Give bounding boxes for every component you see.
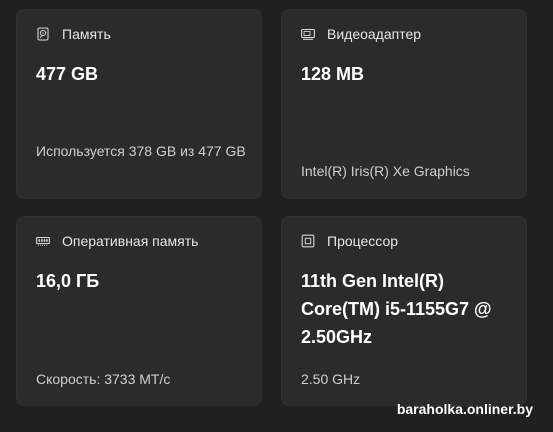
display-adapter-icon xyxy=(301,27,315,41)
ram-card-header: Оперативная память xyxy=(36,233,198,249)
processor-icon xyxy=(301,234,315,248)
ram-card-detail: Скорость: 3733 МТ/с xyxy=(36,371,171,387)
display-adapter-card: Видеоадаптер 128 MB Intel(R) Iris(R) Xe … xyxy=(281,9,527,199)
display-adapter-card-value: 128 MB xyxy=(301,64,365,84)
ram-icon xyxy=(36,234,50,248)
display-adapter-card-header: Видеоадаптер xyxy=(301,26,421,42)
processor-card-title: Процессор xyxy=(327,233,399,249)
ram-card-title: Оперативная память xyxy=(62,233,199,249)
storage-card-detail: Используется 378 GB из 477 GB xyxy=(36,143,246,159)
storage-card-header: Память xyxy=(36,26,111,42)
storage-card-title: Память xyxy=(62,26,111,42)
display-adapter-card-detail: Intel(R) Iris(R) Xe Graphics xyxy=(301,163,470,179)
hard-drive-icon xyxy=(36,27,50,41)
ram-card-value: 16,0 ГБ xyxy=(36,271,100,291)
ram-card: Оперативная память 16,0 ГБ Скорость: 373… xyxy=(16,216,262,406)
watermark-text: baraholka.onliner.by xyxy=(396,401,533,417)
storage-card-value: 477 GB xyxy=(36,64,99,84)
display-adapter-card-title: Видеоадаптер xyxy=(327,26,422,42)
processor-card-detail: 2.50 GHz xyxy=(301,371,361,387)
processor-card-value: 11th Gen Intel(R) Core(TM) i5-1155G7 @ 2… xyxy=(301,271,492,347)
system-specs-page: Память 477 GB Используется 378 GB из 477… xyxy=(0,0,553,432)
storage-card: Память 477 GB Используется 378 GB из 477… xyxy=(16,9,262,199)
processor-card: Процессор 11th Gen Intel(R) Core(TM) i5-… xyxy=(281,216,527,406)
processor-card-header: Процессор xyxy=(301,233,398,249)
